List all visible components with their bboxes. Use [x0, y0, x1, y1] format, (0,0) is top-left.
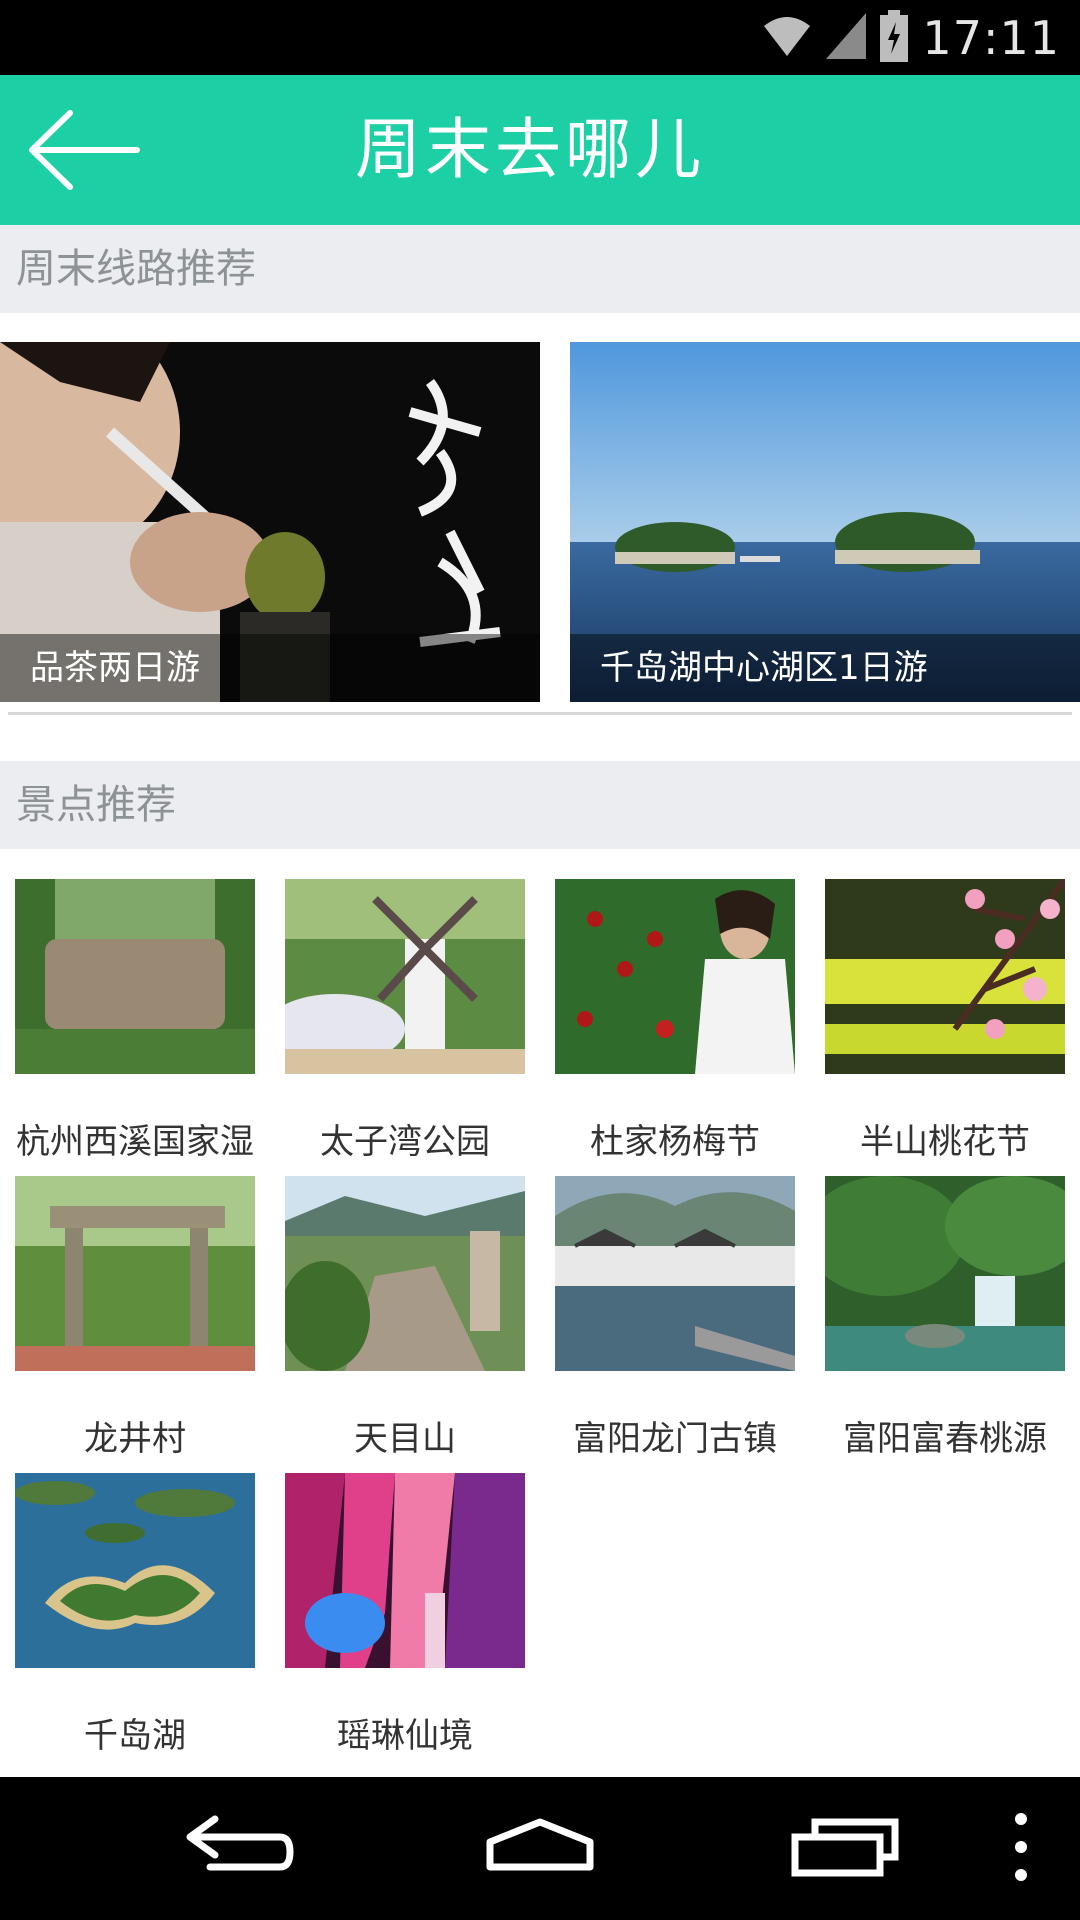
spot-item-xixi-wetland[interactable]: 杭州西溪国家湿: [15, 879, 255, 1162]
route-caption-bar: 千岛湖中心湖区1日游: [570, 634, 1080, 702]
spot-name: 太子湾公园: [320, 1122, 490, 1162]
section-divider: [8, 712, 1072, 715]
nav-home-button[interactable]: [470, 1797, 610, 1897]
spot-name: 半山桃花节: [860, 1122, 1030, 1162]
nav-menu-button[interactable]: [960, 1797, 1040, 1897]
system-nav-bar: [0, 1777, 1080, 1920]
spot-name: 杜家杨梅节: [590, 1122, 760, 1162]
page-title: 周末去哪儿: [355, 111, 705, 188]
route-card-tea[interactable]: 品茶两日游: [0, 342, 540, 702]
spot-name: 杭州西溪国家湿: [16, 1122, 254, 1162]
spot-name: 千岛湖: [84, 1716, 186, 1756]
spot-thumbnail: [555, 1176, 795, 1371]
spot-thumbnail: [285, 1176, 525, 1371]
nav-menu-icon: [1015, 1813, 1027, 1881]
spots-section-header: 景点推荐: [0, 761, 1080, 849]
spot-item-dujia-bayberry[interactable]: 杜家杨梅节: [555, 879, 795, 1162]
spot-item-yaolin-cave[interactable]: 瑶琳仙境: [285, 1473, 525, 1756]
spot-thumbnail: [285, 1473, 525, 1668]
spot-name: 龙井村: [84, 1419, 186, 1459]
spot-thumbnail: [15, 1176, 255, 1371]
spot-thumbnail: [825, 879, 1065, 1074]
nav-back-button[interactable]: [170, 1797, 310, 1897]
spot-name: 瑶琳仙境: [337, 1716, 473, 1756]
spots-section-title: 景点推荐: [16, 782, 176, 828]
routes-section-header: 周末线路推荐: [0, 225, 1080, 313]
spot-item-fuchun-taoyuan[interactable]: 富阳富春桃源: [825, 1176, 1065, 1459]
spot-item-longmen-ancient-town[interactable]: 富阳龙门古镇: [555, 1176, 795, 1459]
route-card-qiandao-lake[interactable]: 千岛湖中心湖区1日游: [570, 342, 1080, 702]
spot-item-taiziwan-park[interactable]: 太子湾公园: [285, 879, 525, 1162]
spot-thumbnail: [15, 879, 255, 1074]
spot-name: 天目山: [354, 1419, 456, 1459]
nav-recents-icon: [791, 1818, 899, 1877]
spot-name: 富阳龙门古镇: [573, 1419, 777, 1459]
spot-item-tianmu-mountain[interactable]: 天目山: [285, 1176, 525, 1459]
nav-recents-button[interactable]: [775, 1797, 915, 1897]
app-bar: 周末去哪儿: [0, 75, 1080, 225]
battery-icon: [880, 9, 909, 66]
route-caption: 千岛湖中心湖区1日游: [600, 648, 928, 688]
nav-back-icon: [186, 1815, 294, 1871]
routes-section-title: 周末线路推荐: [16, 246, 256, 292]
spot-thumbnail: [825, 1176, 1065, 1371]
wifi-icon: [762, 14, 812, 62]
spot-item-banshan-peach[interactable]: 半山桃花节: [825, 879, 1065, 1162]
status-time: 17:11: [922, 10, 1060, 65]
spot-item-qiandao-lake[interactable]: 千岛湖: [15, 1473, 255, 1756]
route-caption-bar: 品茶两日游: [0, 634, 540, 702]
nav-home-icon: [486, 1818, 594, 1871]
spot-item-longjing-village[interactable]: 龙井村: [15, 1176, 255, 1459]
spot-thumbnail: [15, 1473, 255, 1668]
spot-name: 富阳富春桃源: [843, 1419, 1047, 1459]
route-caption: 品茶两日游: [30, 648, 200, 688]
spot-thumbnail: [555, 879, 795, 1074]
status-bar: 17:11: [0, 0, 1080, 75]
signal-icon: [826, 12, 867, 63]
spot-thumbnail: [285, 879, 525, 1074]
